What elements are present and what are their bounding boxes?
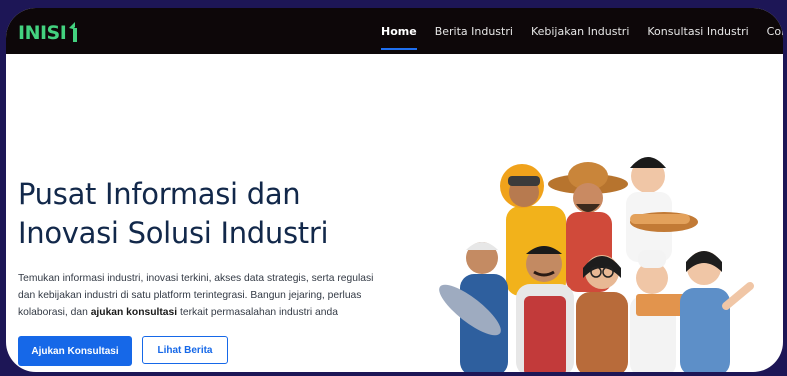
main-nav: Home Berita Industri Kebijakan Industri … xyxy=(381,8,783,54)
nav-konsultasi-industri[interactable]: Konsultasi Industri xyxy=(647,25,748,38)
nav-kebijakan-industri[interactable]: Kebijakan Industri xyxy=(531,25,629,38)
baker-figure xyxy=(626,157,698,262)
hero-description: Temukan informasi industri, inovasi terk… xyxy=(18,270,393,321)
nav-berita-industri[interactable]: Berita Industri xyxy=(435,25,513,38)
woman-glasses-figure xyxy=(576,255,628,372)
ajukan-konsultasi-button[interactable]: Ajukan Konsultasi xyxy=(18,336,132,366)
hero-title-line-2: Inovasi Solusi Industri xyxy=(18,216,329,250)
hero-title: Pusat Informasi dan Inovasi Solusi Indus… xyxy=(18,175,398,253)
hero-desc-bold: ajukan konsultasi xyxy=(90,307,178,318)
logo-mark-icon xyxy=(69,22,78,42)
nav-contact[interactable]: Conta xyxy=(767,25,783,38)
navbar: INISI Home Berita Industri Kebijakan Ind… xyxy=(6,8,783,54)
hero-desc-text-2: terkait permasalahan industri anda xyxy=(177,307,338,318)
woman-waving-figure xyxy=(680,251,754,372)
logo-text: INISI xyxy=(18,22,67,44)
nav-home[interactable]: Home xyxy=(381,25,417,50)
site-logo[interactable]: INISI xyxy=(18,18,79,44)
browser-viewport: INISI Home Berita Industri Kebijakan Ind… xyxy=(6,8,783,372)
hero-title-line-1: Pusat Informasi dan xyxy=(18,177,301,211)
fisherman-figure xyxy=(439,242,508,372)
lihat-berita-button[interactable]: Lihat Berita xyxy=(142,336,228,364)
workers-illustration xyxy=(439,157,754,372)
